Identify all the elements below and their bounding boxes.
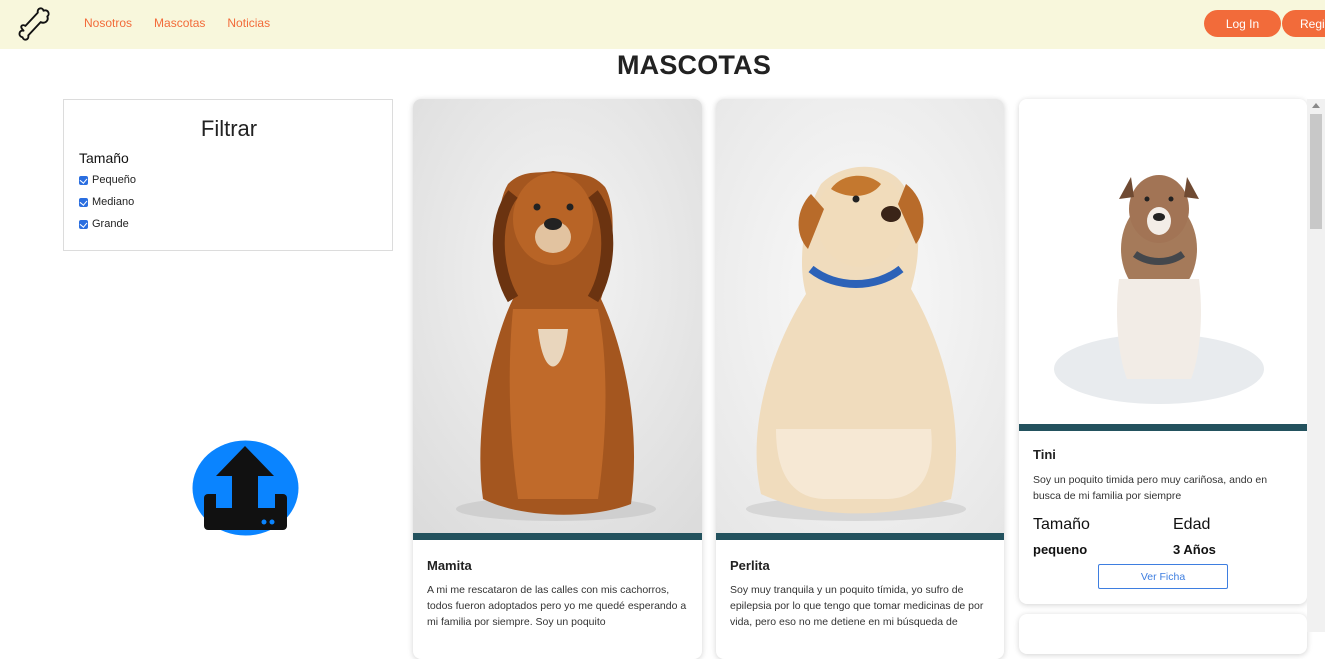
checkbox-checked-icon[interactable] xyxy=(79,175,88,185)
login-button[interactable]: Log In xyxy=(1204,10,1281,37)
pet-name: Perlita xyxy=(730,558,770,573)
nav-link-nosotros[interactable]: Nosotros xyxy=(84,16,132,30)
pet-description: Soy muy tranquila y un poquito tímida, y… xyxy=(730,584,984,628)
checkbox-checked-icon[interactable] xyxy=(79,219,88,229)
scroll-thumb[interactable] xyxy=(1310,114,1322,229)
size-label: Tamaño xyxy=(1033,516,1090,533)
pet-card-partial[interactable] xyxy=(1019,614,1307,654)
filter-option-grande[interactable]: Grande xyxy=(79,218,129,230)
filter-panel: Filtrar Tamaño Pequeño Mediano Grande xyxy=(63,99,393,251)
card-divider xyxy=(1019,424,1307,431)
filter-option-label: Mediano xyxy=(92,196,135,208)
pet-name: Mamita xyxy=(427,558,472,573)
navbar: Nosotros Mascotas Noticias Log In Regist… xyxy=(0,0,1325,49)
pet-card-tini[interactable]: Tini Soy un poquito timida pero muy cari… xyxy=(1019,99,1307,604)
age-label: Edad xyxy=(1173,516,1211,533)
filter-option-label: Pequeño xyxy=(92,174,137,186)
checkbox-checked-icon[interactable] xyxy=(79,197,88,207)
pet-description: Soy un poquito timida pero muy cariñosa,… xyxy=(1033,474,1268,502)
nav-link-noticias[interactable]: Noticias xyxy=(227,16,270,30)
ver-ficha-button[interactable]: Ver Ficha xyxy=(1098,564,1228,589)
pet-description: A mi me rescataron de las calles con mis… xyxy=(427,584,687,628)
page-title: MASCOTAS xyxy=(616,50,772,80)
card-divider xyxy=(413,533,702,540)
register-button[interactable]: Registrarse xyxy=(1282,10,1325,37)
pet-photo xyxy=(413,99,702,533)
filter-size-heading: Tamaño xyxy=(79,150,129,166)
filter-option-pequeno[interactable]: Pequeño xyxy=(79,174,136,186)
scrollbar[interactable] xyxy=(1307,99,1325,632)
age-value: 3 Años xyxy=(1173,542,1216,557)
card-divider xyxy=(716,533,1004,540)
upload-icon[interactable] xyxy=(192,440,299,536)
pet-photo xyxy=(1019,99,1307,424)
nav-link-mascotas[interactable]: Mascotas xyxy=(154,16,205,30)
filter-option-label: Grande xyxy=(92,218,129,230)
filter-title: Filtrar xyxy=(200,116,258,141)
pet-photo xyxy=(716,99,1004,533)
size-value: pequeno xyxy=(1033,542,1088,557)
pet-card-mamita[interactable]: Mamita A mi me rescataron de las calles … xyxy=(413,99,702,659)
bone-logo-icon[interactable] xyxy=(15,5,53,43)
nav-links: Nosotros Mascotas Noticias xyxy=(84,16,270,30)
pet-card-perlita[interactable]: Perlita Soy muy tranquila y un poquito t… xyxy=(716,99,1004,659)
scroll-up-icon[interactable] xyxy=(1312,103,1320,108)
filter-option-mediano[interactable]: Mediano xyxy=(79,196,134,208)
pet-name: Tini xyxy=(1033,447,1056,462)
